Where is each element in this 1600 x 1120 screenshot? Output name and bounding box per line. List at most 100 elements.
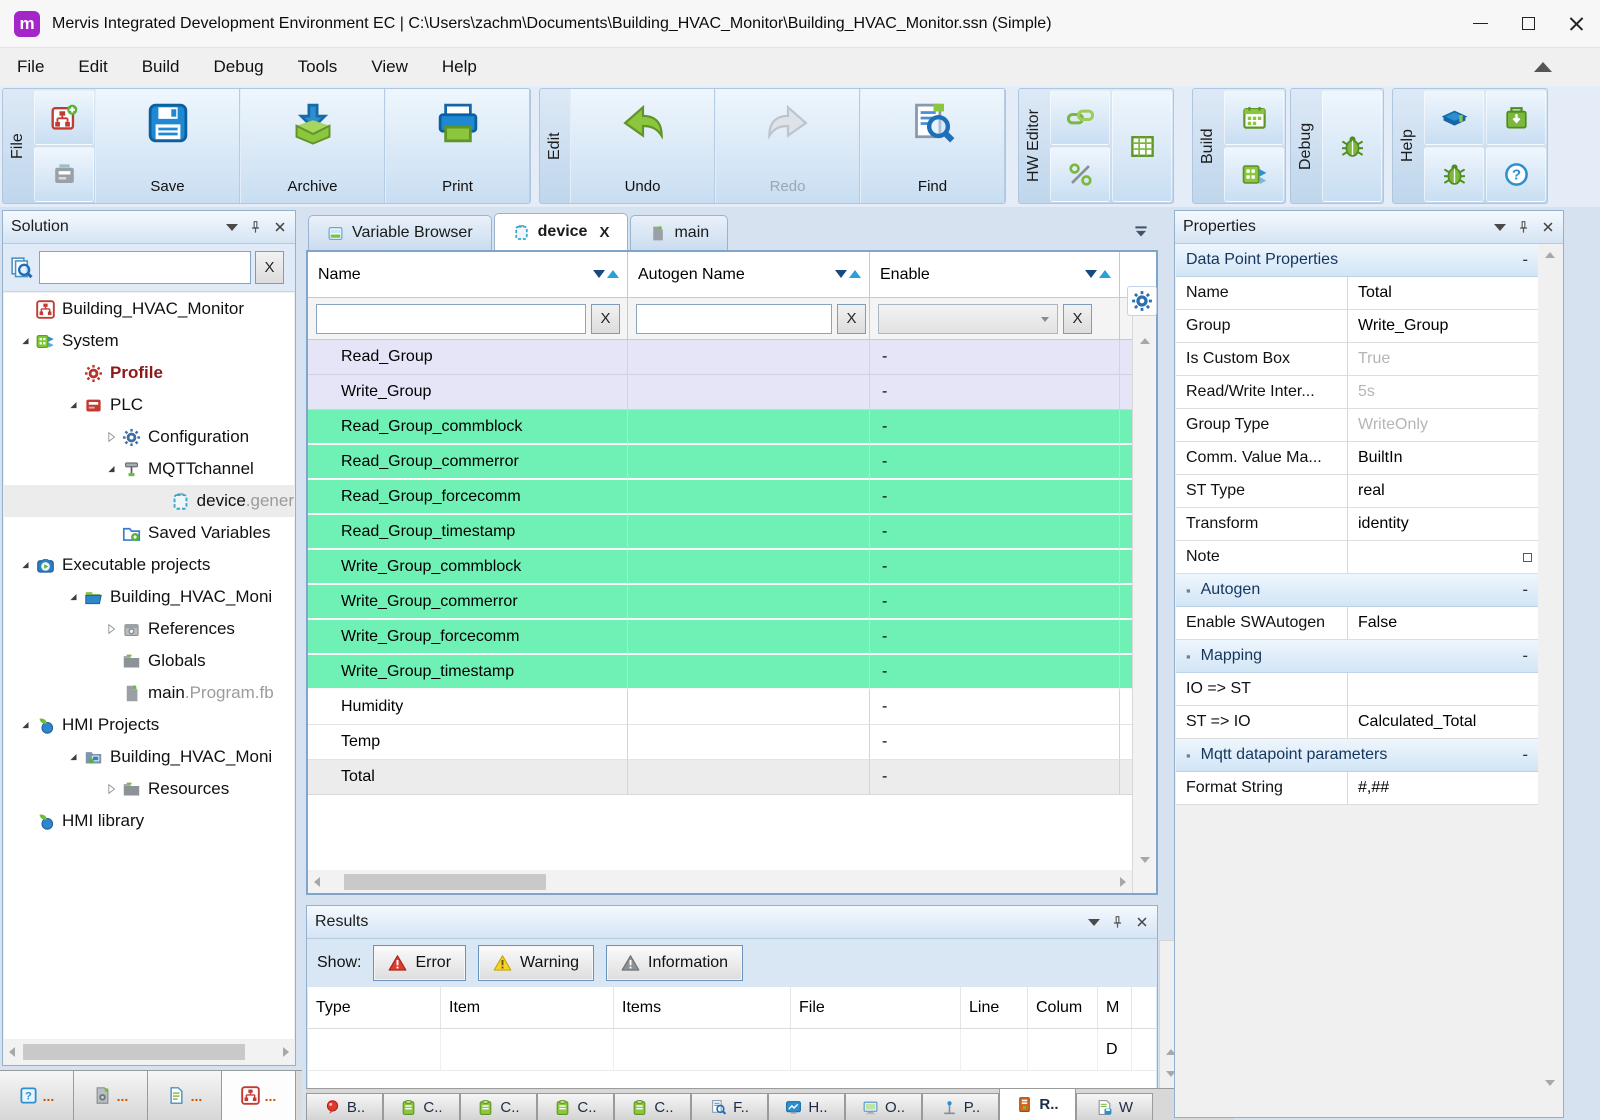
tree-item-configuration[interactable]: Configuration: [4, 421, 294, 453]
results-column-line[interactable]: Line: [961, 987, 1028, 1028]
scroll-up-icon[interactable]: [1545, 252, 1555, 258]
bug-button[interactable]: [1322, 90, 1382, 202]
table-row-read-group-timestamp[interactable]: Read_Group_timestamp-: [308, 515, 1156, 550]
table-row-read-group-commblock[interactable]: Read_Group_commblock-: [308, 410, 1156, 445]
tree-item-main[interactable]: main.Program.fb: [4, 677, 294, 709]
column-header-name[interactable]: Name: [308, 252, 628, 297]
redo-button[interactable]: Redo: [715, 89, 860, 203]
chevron-down-icon[interactable]: [1494, 224, 1506, 231]
property-section-mqtt-datapoint-parameters[interactable]: ▪Mqtt datapoint parameters-: [1176, 739, 1538, 772]
bottom-tab-cabinet[interactable]: R..: [999, 1088, 1076, 1120]
table-grid-button[interactable]: [1112, 90, 1172, 202]
tree-item-mqttchannel[interactable]: MQTTchannel: [4, 453, 294, 485]
scroll-up-icon[interactable]: [1140, 338, 1150, 344]
chevron-down-icon[interactable]: [226, 224, 238, 231]
scroll-left-icon[interactable]: [9, 1047, 15, 1057]
bottom-tab-find-doc[interactable]: F..: [691, 1093, 768, 1120]
table-row-write-group-timestamp[interactable]: Write_Group_timestamp-: [308, 655, 1156, 690]
collapse-section-icon[interactable]: -: [1522, 250, 1528, 270]
property-row-note[interactable]: Note: [1176, 541, 1538, 574]
filter-warning-button[interactable]: Warning: [478, 945, 594, 981]
solution-gray-button[interactable]: [34, 147, 94, 202]
sort-asc-icon[interactable]: [1099, 270, 1111, 278]
collapse-section-icon[interactable]: -: [1522, 646, 1528, 666]
table-row-write-group-commerror[interactable]: Write_Group_commerror-: [308, 585, 1156, 620]
bottom-tab-ports[interactable]: P..: [922, 1093, 999, 1120]
filter-information-button[interactable]: Information: [606, 945, 743, 981]
property-row-format-string[interactable]: Format String#,##: [1176, 772, 1538, 805]
filter-error-button[interactable]: Error: [373, 945, 466, 981]
new-solution-button[interactable]: [34, 90, 94, 145]
close-tab-icon[interactable]: X: [599, 224, 609, 241]
table-row-write-group-forcecomm[interactable]: Write_Group_forcecomm-: [308, 620, 1156, 655]
menu-debug[interactable]: Debug: [197, 48, 281, 86]
property-row-enable-swautogen[interactable]: Enable SWAutogenFalse: [1176, 607, 1538, 640]
link-button[interactable]: [1050, 90, 1110, 145]
property-row-is-custom-box[interactable]: Is Custom BoxTrue: [1176, 343, 1538, 376]
property-row-group-type[interactable]: Group TypeWriteOnly: [1176, 409, 1538, 442]
bug-button[interactable]: [1424, 147, 1484, 202]
tree-item-device[interactable]: device.gener: [4, 485, 294, 517]
tree-item-executable-projects[interactable]: Executable projects: [4, 549, 294, 581]
side-tab-doc-blue[interactable]: ...: [148, 1071, 222, 1120]
tree-item-resources[interactable]: Resources: [4, 773, 294, 805]
scrollbar-thumb[interactable]: [23, 1044, 245, 1060]
book-button[interactable]: [1424, 90, 1484, 145]
table-vertical-scrollbar[interactable]: [1132, 298, 1156, 893]
archive-button[interactable]: Archive: [240, 89, 385, 203]
property-row-st-type[interactable]: ST Typereal: [1176, 475, 1538, 508]
collapse-arrow-icon[interactable]: [62, 397, 84, 413]
chevron-down-icon[interactable]: [1088, 919, 1100, 926]
menu-edit[interactable]: Edit: [61, 48, 124, 86]
tree-item-saved-variables[interactable]: Saved Variables: [4, 517, 294, 549]
table-row-temp[interactable]: Temp-: [308, 725, 1156, 760]
scroll-down-icon[interactable]: [1545, 1080, 1555, 1086]
autogen-name-filter-clear-button[interactable]: X: [837, 304, 866, 334]
name-filter-clear-button[interactable]: X: [591, 304, 620, 334]
sort-desc-icon[interactable]: [835, 270, 847, 278]
table-horizontal-scrollbar[interactable]: [308, 870, 1132, 893]
property-section-autogen[interactable]: ▪Autogen-: [1176, 574, 1538, 607]
name-filter-input[interactable]: [316, 304, 586, 334]
tree-item-hmi-library[interactable]: HMI library: [4, 805, 294, 837]
collapse-arrow-icon[interactable]: [14, 333, 36, 349]
collapse-ribbon-icon[interactable]: [1534, 62, 1552, 72]
undo-button[interactable]: Undo: [570, 89, 715, 203]
property-row-name[interactable]: NameTotal: [1176, 277, 1538, 310]
tree-item-references[interactable]: References: [4, 613, 294, 645]
collapse-arrow-icon[interactable]: [62, 589, 84, 605]
menu-help[interactable]: Help: [425, 48, 494, 86]
scrollbar-thumb[interactable]: [344, 874, 546, 890]
scroll-right-icon[interactable]: [1120, 877, 1126, 887]
package-button[interactable]: [1486, 90, 1546, 145]
menu-build[interactable]: Build: [125, 48, 197, 86]
tree-item-building-hvac-moni[interactable]: Building_HVAC_Moni: [4, 581, 294, 613]
save-button[interactable]: Save: [95, 89, 240, 203]
property-section-data-point-properties[interactable]: Data Point Properties-: [1176, 244, 1538, 277]
question-button[interactable]: ?: [1486, 147, 1546, 202]
column-header-enable[interactable]: Enable: [870, 252, 1120, 297]
tree-item-plc[interactable]: PLC: [4, 389, 294, 421]
properties-vertical-scrollbar[interactable]: [1538, 244, 1562, 1116]
close-icon[interactable]: [273, 220, 287, 234]
scroll-left-icon[interactable]: [314, 877, 320, 887]
results-column-file[interactable]: File: [791, 987, 961, 1028]
sort-desc-icon[interactable]: [593, 270, 605, 278]
side-tab-file-gear[interactable]: ...: [74, 1071, 148, 1120]
sort-asc-icon[interactable]: [607, 270, 619, 278]
property-row-io-st[interactable]: IO => ST: [1176, 673, 1538, 706]
table-row-write-group[interactable]: Write_Group-: [308, 375, 1156, 410]
bottom-tab-doc-save[interactable]: W: [1076, 1093, 1153, 1120]
collapse-section-icon[interactable]: -: [1522, 745, 1528, 765]
close-icon[interactable]: [1135, 915, 1149, 929]
bottom-tab-clipboard[interactable]: C..: [460, 1093, 537, 1120]
close-icon[interactable]: [1541, 220, 1555, 234]
sort-asc-icon[interactable]: [849, 270, 861, 278]
property-section-mapping[interactable]: ▪Mapping-: [1176, 640, 1538, 673]
percent-button[interactable]: [1050, 147, 1110, 202]
bottom-tab-clipboard[interactable]: C..: [614, 1093, 691, 1120]
solution-search-clear-button[interactable]: X: [255, 251, 284, 284]
enable-filter-clear-button[interactable]: X: [1063, 304, 1092, 334]
table-row-total[interactable]: Total-: [308, 760, 1156, 795]
property-row-group[interactable]: GroupWrite_Group: [1176, 310, 1538, 343]
